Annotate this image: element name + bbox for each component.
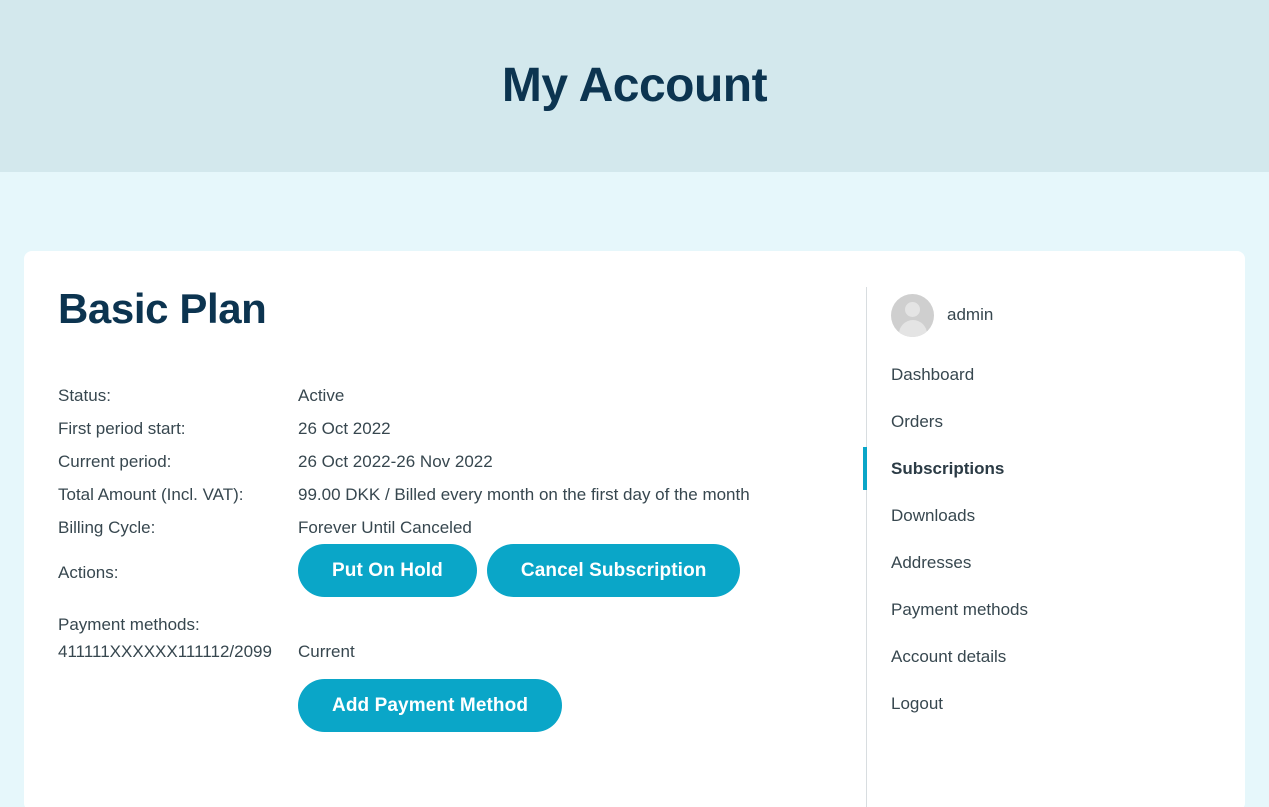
nav-username: admin xyxy=(947,305,994,324)
sidebar-item-label: Logout xyxy=(891,693,943,713)
sidebar-item-label: Orders xyxy=(891,411,943,431)
sidebar-item-addresses[interactable]: Addresses xyxy=(867,539,1245,586)
sidebar-item-label: Payment methods xyxy=(891,599,1029,619)
detail-label-total-amount: Total Amount (Incl. VAT): xyxy=(58,485,244,505)
table-row-payment-card: 411111XXXXXX111112/2099 Current xyxy=(58,635,842,668)
sidebar-item-label: Account details xyxy=(891,646,1007,666)
detail-value-billing-cycle: Forever Until Canceled xyxy=(298,518,472,538)
detail-value-status: Active xyxy=(298,386,345,406)
table-row: Billing Cycle: Forever Until Canceled xyxy=(58,511,842,544)
page-body: Basic Plan Status: Active First period s… xyxy=(0,172,1269,807)
detail-label-status: Status: xyxy=(58,386,111,406)
table-row-add-payment: Add Payment Method xyxy=(58,668,842,733)
table-row: Current period: 26 Oct 2022-26 Nov 2022 xyxy=(58,445,842,478)
sidebar-item-logout[interactable]: Logout xyxy=(867,680,1245,727)
subscription-detail-table: Status: Active First period start: 26 Oc… xyxy=(58,379,842,733)
action-button-group: Put On Hold Cancel Subscription xyxy=(298,544,842,598)
account-nav-list: admin Dashboard Orders Subscriptions Dow… xyxy=(863,287,1245,727)
sidebar-item-dashboard[interactable]: Dashboard xyxy=(867,351,1245,398)
table-row: First period start: 26 Oct 2022 xyxy=(58,412,842,445)
table-row-payment-methods: Payment methods: xyxy=(58,597,842,635)
page-title: My Account xyxy=(501,59,768,112)
put-on-hold-button[interactable]: Put On Hold xyxy=(298,544,477,598)
payment-card-status: Current xyxy=(298,642,355,662)
page-header: My Account xyxy=(0,0,1269,172)
table-row: Status: Active xyxy=(58,379,842,412)
payment-card-number: 411111XXXXXX111112/2099 xyxy=(58,642,272,662)
payment-methods-label: Payment methods: xyxy=(58,615,200,635)
detail-label-billing-cycle: Billing Cycle: xyxy=(58,518,156,538)
sidebar-item-payment-methods[interactable]: Payment methods xyxy=(867,586,1245,633)
sidebar-item-downloads[interactable]: Downloads xyxy=(867,492,1245,539)
sidebar-item-label: Downloads xyxy=(891,505,976,525)
sidebar-item-label: Addresses xyxy=(891,552,972,572)
detail-value-first-period-start: 26 Oct 2022 xyxy=(298,419,391,439)
subscription-details-panel: Basic Plan Status: Active First period s… xyxy=(24,285,866,807)
add-payment-method-button[interactable]: Add Payment Method xyxy=(298,679,563,733)
table-row: Total Amount (Incl. VAT): 99.00 DKK / Bi… xyxy=(58,478,842,511)
plan-title: Basic Plan xyxy=(58,285,267,332)
detail-label-first-period-start: First period start: xyxy=(58,419,186,439)
avatar-body-shape xyxy=(898,319,927,337)
nav-user[interactable]: admin xyxy=(867,287,1245,343)
avatar-head-shape xyxy=(905,301,920,317)
sidebar-item-account-details[interactable]: Account details xyxy=(867,633,1245,680)
account-card: Basic Plan Status: Active First period s… xyxy=(24,251,1245,807)
account-navigation: admin Dashboard Orders Subscriptions Dow… xyxy=(863,287,1245,807)
actions-label: Actions: xyxy=(58,563,119,583)
table-row-actions: Actions: Put On Hold Cancel Subscription xyxy=(58,544,842,598)
sidebar-item-subscriptions[interactable]: Subscriptions xyxy=(863,445,1245,492)
detail-value-total-amount: 99.00 DKK / Billed every month on the fi… xyxy=(298,485,750,505)
sidebar-item-label: Subscriptions xyxy=(891,458,1005,478)
cancel-subscription-button[interactable]: Cancel Subscription xyxy=(486,544,741,598)
avatar xyxy=(891,293,934,337)
detail-label-current-period: Current period: xyxy=(58,452,172,472)
sidebar-item-label: Dashboard xyxy=(891,364,975,384)
detail-value-current-period: 26 Oct 2022-26 Nov 2022 xyxy=(298,452,493,472)
sidebar-item-orders[interactable]: Orders xyxy=(867,398,1245,445)
